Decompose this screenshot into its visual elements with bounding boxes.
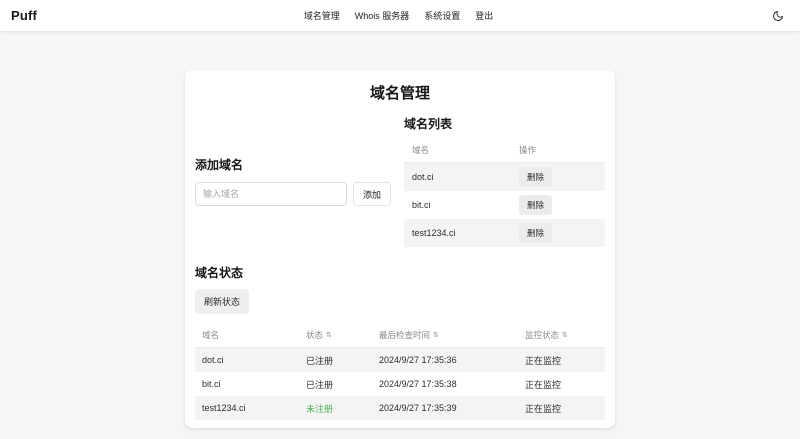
monitor-cell: 正在监控: [518, 354, 605, 367]
status-table-header: 域名 状态 ⇅ 最后检查时间 ⇅ 监控状态 ⇅: [195, 324, 605, 348]
column-label: 最后检查时间: [379, 329, 430, 341]
sort-icon: ⇅: [326, 332, 332, 339]
last-check-cell: 2024/9/27 17:35:36: [372, 355, 518, 365]
status-cell: 已注册: [299, 378, 372, 391]
navbar-left: Puff: [11, 8, 304, 23]
domain-cell: test1234.ci: [195, 403, 299, 413]
last-check-cell: 2024/9/27 17:35:38: [372, 379, 518, 389]
domain-list-table: 域名 操作 dot.ci 删除 bit.ci 删除 test1234.ci 删除: [404, 139, 605, 247]
add-domain-heading: 添加域名: [195, 156, 391, 173]
domain-list-header: 域名 操作: [404, 139, 605, 163]
delete-button[interactable]: 删除: [519, 195, 552, 215]
domain-cell: test1234.ci: [412, 228, 519, 238]
monitor-cell: 正在监控: [518, 378, 605, 391]
moon-icon[interactable]: [770, 8, 786, 24]
table-row: bit.ci 已注册 2024/9/27 17:35:38 正在监控: [195, 372, 605, 396]
table-row: test1234.ci 未注册 2024/9/27 17:35:39 正在监控: [195, 396, 605, 420]
table-row: dot.ci 已注册 2024/9/27 17:35:36 正在监控: [195, 348, 605, 372]
column-header-monitor-sort[interactable]: 监控状态 ⇅: [518, 329, 605, 341]
status-cell: 已注册: [299, 354, 372, 367]
app-logo[interactable]: Puff: [11, 8, 37, 23]
nav-item-whois-server[interactable]: Whois 服务器: [355, 9, 410, 22]
column-label: 状态: [306, 329, 323, 341]
refresh-status-button[interactable]: 刷新状态: [195, 289, 249, 314]
column-header-last-check-sort[interactable]: 最后检查时间 ⇅: [372, 329, 518, 341]
domain-cell: dot.ci: [195, 355, 299, 365]
status-cell: 未注册: [299, 402, 372, 415]
domain-list-heading: 域名列表: [404, 115, 605, 132]
domain-status-heading: 域名状态: [195, 264, 605, 281]
column-header-domain: 域名: [412, 144, 519, 156]
domain-status-table: 域名 状态 ⇅ 最后检查时间 ⇅ 监控状态 ⇅ dot.ci 已注册 202: [195, 324, 605, 420]
main-nav: 域名管理 Whois 服务器 系统设置 登出: [304, 9, 494, 22]
column-header-status-sort[interactable]: 状态 ⇅: [299, 329, 372, 341]
monitor-cell: 正在监控: [518, 402, 605, 415]
table-row: dot.ci 删除: [404, 163, 605, 191]
table-row: test1234.ci 删除: [404, 219, 605, 247]
sort-icon: ⇅: [433, 332, 439, 339]
add-domain-button[interactable]: 添加: [353, 182, 391, 206]
column-header-action: 操作: [519, 144, 536, 156]
domain-cell: dot.ci: [412, 172, 519, 182]
sort-icon: ⇅: [562, 332, 568, 339]
add-domain-form: 添加: [195, 182, 391, 206]
nav-item-logout[interactable]: 登出: [475, 9, 493, 22]
nav-item-system-settings[interactable]: 系统设置: [424, 9, 460, 22]
domain-cell: bit.ci: [412, 200, 519, 210]
column-header-domain: 域名: [195, 329, 299, 341]
column-label: 监控状态: [525, 329, 559, 341]
navbar-right: [493, 8, 786, 24]
column-label: 域名: [202, 329, 219, 341]
delete-button[interactable]: 删除: [519, 223, 552, 243]
table-row: bit.ci 删除: [404, 191, 605, 219]
delete-button[interactable]: 删除: [519, 167, 552, 187]
domain-management-card: 域名管理 添加域名 添加 域名列表 域名 操作 dot.ci 删除: [185, 70, 615, 428]
domain-cell: bit.ci: [195, 379, 299, 389]
domain-input[interactable]: [195, 182, 347, 206]
nav-item-domain-management[interactable]: 域名管理: [304, 9, 340, 22]
last-check-cell: 2024/9/27 17:35:39: [372, 403, 518, 413]
domain-status-section: 域名状态 刷新状态 域名 状态 ⇅ 最后检查时间 ⇅ 监控状态 ⇅: [195, 264, 605, 420]
domain-list-section: 域名列表 域名 操作 dot.ci 删除 bit.ci 删除 test1234.…: [404, 115, 605, 247]
add-domain-section: 添加域名 添加: [195, 156, 391, 206]
page-title: 域名管理: [195, 82, 605, 103]
top-grid: 添加域名 添加 域名列表 域名 操作 dot.ci 删除 bit.ci: [195, 115, 605, 247]
top-navbar: Puff 域名管理 Whois 服务器 系统设置 登出: [0, 0, 800, 31]
